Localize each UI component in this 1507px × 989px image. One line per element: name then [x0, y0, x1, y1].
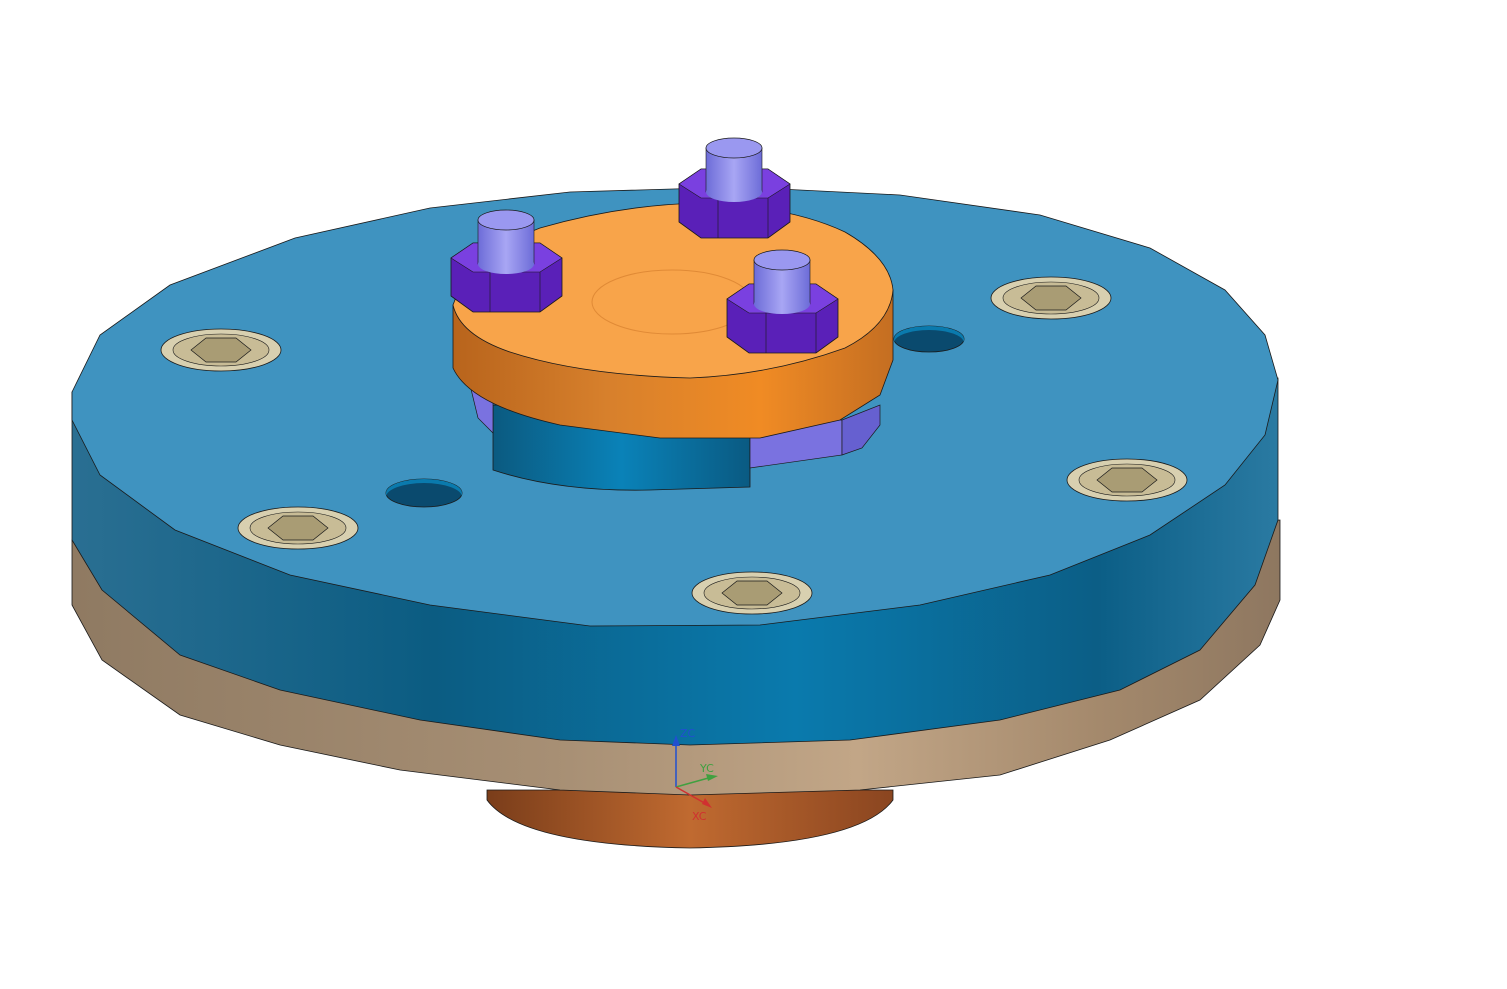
socket-screw-3	[1066, 458, 1188, 502]
socket-screw-4	[237, 506, 359, 550]
cad-graphics-window[interactable]: ZC YC XC	[0, 0, 1507, 989]
socket-screw-5	[691, 571, 813, 615]
socket-screw-1	[160, 328, 282, 372]
through-hole-left	[385, 478, 463, 508]
xc-label: XC	[692, 810, 707, 823]
zc-label: ZC	[680, 727, 696, 740]
bottom-hub	[486, 789, 894, 849]
through-hole-right	[893, 325, 965, 353]
yc-label: YC	[699, 762, 714, 775]
model-canvas[interactable]: ZC YC XC	[0, 0, 1507, 989]
socket-screw-2	[990, 276, 1112, 320]
stud-nut-top	[678, 137, 791, 239]
